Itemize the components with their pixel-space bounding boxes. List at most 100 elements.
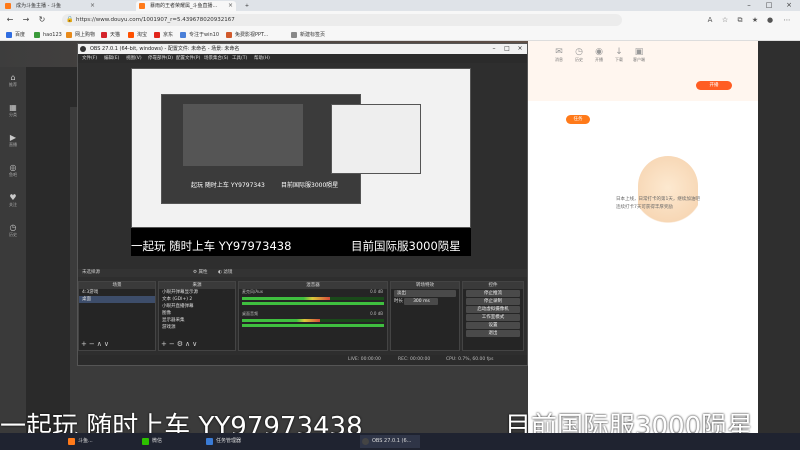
bookmark-item[interactable]: 免费影视PPT... bbox=[226, 30, 268, 40]
menu-tools[interactable]: 工具(T) bbox=[232, 54, 247, 63]
new-tab-button[interactable]: + bbox=[240, 1, 254, 11]
menu-edit[interactable]: 编辑(E) bbox=[104, 54, 119, 63]
left-nav-item[interactable]: ♥ 关注 bbox=[3, 193, 23, 208]
menu-view[interactable]: 视图(V) bbox=[126, 54, 142, 63]
taskbar-item[interactable]: 微信 bbox=[140, 435, 200, 448]
collections-icon[interactable]: ⧉ bbox=[735, 15, 745, 25]
url-text: https://www.douyu.com/1001907_r=5.439678… bbox=[76, 17, 235, 23]
menu-profile[interactable]: 配置文件(P) bbox=[176, 54, 200, 63]
left-nav-item[interactable]: ▦ 分类 bbox=[3, 103, 23, 118]
rp-item[interactable]: ↓ 下载 bbox=[612, 47, 626, 63]
douyu-favicon-icon bbox=[139, 3, 145, 9]
more-menu-icon[interactable]: ⋯ bbox=[782, 15, 792, 25]
source-item[interactable]: 小眼开弹幕显示源 bbox=[159, 289, 235, 296]
controls-title: 控件 bbox=[463, 282, 523, 289]
obs-preview[interactable]: 起玩 随时上车 YY9797343 目前国际服3000陨星 一起玩 随时上车 Y… bbox=[131, 68, 471, 256]
win10-icon bbox=[180, 32, 186, 38]
scene-item[interactable]: 桌面 bbox=[79, 296, 155, 303]
back-icon[interactable]: ← bbox=[4, 14, 16, 26]
bookmark-item[interactable]: 专注于win10 bbox=[180, 30, 219, 40]
minimize-icon[interactable]: – bbox=[488, 44, 500, 54]
message-icon: ✉ bbox=[555, 47, 563, 57]
scenes-dock: 场景 4:3游戏 桌面 +−∧∨ bbox=[78, 281, 156, 351]
rp-item[interactable]: ◉ 开播 bbox=[592, 47, 606, 63]
signin-text: 日本上线，日常打卡的第1天，继续加油吧 bbox=[616, 197, 700, 202]
close-window-icon[interactable]: × bbox=[514, 44, 526, 54]
task-manager-icon bbox=[206, 438, 213, 445]
bookmark-item[interactable]: 新建标签页 bbox=[291, 30, 325, 40]
duration-row: 时长 300 ms bbox=[391, 298, 459, 305]
studio-mode-button[interactable]: 工作室模式 bbox=[466, 314, 520, 321]
stop-streaming-button[interactable]: 停止推流 bbox=[466, 290, 520, 297]
client-icon: ▣ bbox=[634, 47, 644, 57]
audio-meter bbox=[242, 319, 384, 322]
source-item[interactable]: 显示器采集 bbox=[159, 317, 235, 324]
stop-recording-button[interactable]: 停止录制 bbox=[466, 298, 520, 305]
tmall-icon bbox=[101, 32, 107, 38]
baidu-icon bbox=[6, 32, 12, 38]
menu-file[interactable]: 文件(F) bbox=[82, 54, 97, 63]
reload-icon[interactable]: ↻ bbox=[36, 14, 48, 26]
close-tab-icon[interactable]: × bbox=[90, 1, 95, 11]
source-item[interactable]: 游戏源 bbox=[159, 324, 235, 331]
source-item[interactable]: 图像 bbox=[159, 310, 235, 317]
favorite-star-icon[interactable]: ☆ bbox=[720, 15, 730, 25]
source-item[interactable]: 文本 (GDI+) 2 bbox=[159, 296, 235, 303]
bookmarks-bar: 百度 hao123 网上购物 天猫 淘宝 京东 专注于win10 免费影视PPT… bbox=[0, 29, 800, 41]
rp-item[interactable]: ✉ 消息 bbox=[552, 47, 566, 63]
taskbar-item[interactable]: 斗鱼... bbox=[66, 435, 136, 448]
exit-button[interactable]: 退出 bbox=[466, 330, 520, 337]
bookmark-item[interactable]: 网上购物 bbox=[66, 30, 95, 40]
address-bar-row: ← → ↻ 🔒 https://www.douyu.com/1001907_r=… bbox=[0, 11, 800, 29]
volume-slider[interactable] bbox=[242, 324, 384, 327]
windows-taskbar: 斗鱼... 微信 任务管理器 OBS 27.0.1 (6... bbox=[0, 433, 800, 450]
profile-icon[interactable]: ● bbox=[765, 15, 775, 25]
volume-slider[interactable] bbox=[242, 302, 384, 305]
close-tab-icon[interactable]: × bbox=[228, 1, 233, 11]
read-aloud-icon[interactable]: A bbox=[705, 15, 715, 25]
left-nav-item[interactable]: ◷ 历史 bbox=[3, 223, 23, 238]
maximize-icon[interactable]: □ bbox=[762, 0, 776, 11]
menu-docks[interactable]: 停靠部件(D) bbox=[148, 54, 173, 63]
bookmark-item[interactable]: 淘宝 bbox=[128, 30, 147, 40]
left-nav-item[interactable]: ⌂ 推荐 bbox=[3, 73, 23, 88]
transition-select[interactable]: 淡出 bbox=[394, 290, 456, 297]
taskbar-item[interactable]: 任务管理器 bbox=[204, 435, 284, 448]
properties-button[interactable]: ⚙ 属性 bbox=[193, 269, 207, 277]
start-live-button[interactable]: 开播 bbox=[696, 81, 732, 90]
cpu-status: CPU: 0.7%, 60.00 fps bbox=[446, 357, 494, 362]
left-nav-item[interactable]: ◎ 鱼吧 bbox=[3, 163, 23, 178]
maximize-icon[interactable]: □ bbox=[501, 44, 513, 54]
scene-controls[interactable]: +−∧∨ bbox=[81, 340, 111, 348]
rp-item[interactable]: ◷ 历史 bbox=[572, 47, 586, 63]
settings-button[interactable]: 设置 bbox=[466, 322, 520, 329]
favorites-icon[interactable]: ★ bbox=[750, 15, 760, 25]
hao123-icon bbox=[34, 32, 40, 38]
rp-item[interactable]: ▣ 客户端 bbox=[632, 47, 646, 63]
jd-icon bbox=[154, 32, 160, 38]
browser-tab-2[interactable]: 暴雨的王者荣耀属_斗鱼直播... × bbox=[136, 1, 236, 11]
mixer-title: 混音器 bbox=[239, 282, 387, 289]
filters-button[interactable]: ◐ 滤镜 bbox=[218, 269, 232, 277]
browser-tab-1[interactable]: 成为斗鱼主播 - 斗鱼 × bbox=[2, 1, 98, 11]
menu-scene-collection[interactable]: 场景集合(S) bbox=[204, 54, 228, 63]
menu-help[interactable]: 帮助(H) bbox=[254, 54, 270, 63]
no-source-label: 未选择源 bbox=[82, 270, 100, 275]
close-window-icon[interactable]: × bbox=[782, 0, 796, 11]
source-item[interactable]: 小眼开直播弹幕 bbox=[159, 303, 235, 310]
bookmark-item[interactable]: hao123 bbox=[34, 30, 62, 40]
task-button[interactable]: 任务 bbox=[566, 115, 590, 124]
left-nav-item[interactable]: ▶ 直播 bbox=[3, 133, 23, 148]
taskbar-item[interactable]: OBS 27.0.1 (6... bbox=[360, 435, 420, 448]
side-promo bbox=[758, 41, 800, 433]
bookmark-item[interactable]: 百度 bbox=[6, 30, 25, 40]
bookmark-item[interactable]: 天猫 bbox=[101, 30, 120, 40]
source-controls[interactable]: +−⚙∧∨ bbox=[161, 340, 199, 348]
url-input[interactable]: 🔒 https://www.douyu.com/1001907_r=5.4396… bbox=[62, 14, 622, 26]
bookmark-item[interactable]: 京东 bbox=[154, 30, 173, 40]
minimize-icon[interactable]: – bbox=[742, 0, 756, 11]
forward-icon[interactable]: → bbox=[20, 14, 32, 26]
virtual-camera-button[interactable]: 启动虚拟摄像机 bbox=[466, 306, 520, 313]
scene-item[interactable]: 4:3游戏 bbox=[79, 289, 155, 296]
duration-input[interactable]: 300 ms bbox=[404, 298, 439, 305]
